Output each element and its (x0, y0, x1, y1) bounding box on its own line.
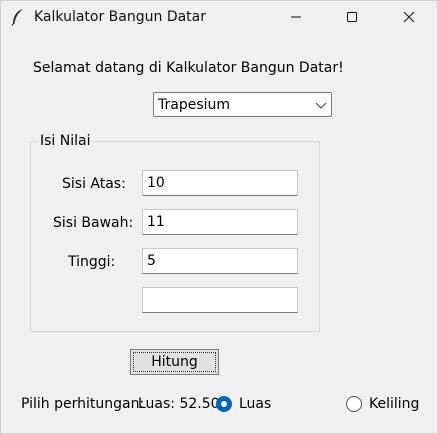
close-button[interactable] (386, 1, 432, 33)
input-group-label: Isi Nilai (38, 133, 93, 149)
shape-select[interactable]: Trapesium (153, 92, 332, 117)
welcome-text: Selamat datang di Kalkulator Bangun Data… (33, 60, 344, 76)
minimize-button[interactable] (273, 1, 319, 33)
radio-keliling-label[interactable]: Keliling (369, 396, 419, 412)
field-label-sisi-atas: Sisi Atas: (62, 176, 126, 192)
feather-icon (11, 9, 23, 26)
close-icon (403, 11, 415, 23)
hitung-button[interactable]: Hitung (130, 349, 219, 375)
calc-label: Pilih perhitungan: (21, 396, 145, 412)
field-label-tinggi: Tinggi: (68, 254, 116, 270)
sisi-bawah-input[interactable]: 11 (142, 209, 298, 235)
hitung-button-label: Hitung (151, 354, 198, 370)
maximize-button[interactable] (329, 1, 375, 33)
radio-luas[interactable] (216, 396, 232, 412)
tinggi-input[interactable]: 5 (142, 248, 298, 274)
shape-select-value: Trapesium (158, 97, 231, 113)
title-bar[interactable]: Kalkulator Bangun Datar (1, 1, 437, 33)
minimize-icon (291, 16, 301, 18)
extra-input[interactable] (142, 287, 298, 313)
window-title: Kalkulator Bangun Datar (34, 9, 207, 25)
app-window: Kalkulator Bangun Datar Selamat datang d… (0, 0, 438, 434)
chevron-down-icon (315, 102, 327, 109)
maximize-icon (347, 12, 357, 22)
radio-luas-label[interactable]: Luas (239, 396, 271, 412)
result-text: Luas: 52.50 (138, 396, 220, 412)
sisi-atas-input[interactable]: 10 (142, 170, 298, 196)
field-label-sisi-bawah: Sisi Bawah: (53, 215, 134, 231)
radio-keliling[interactable] (346, 396, 362, 412)
